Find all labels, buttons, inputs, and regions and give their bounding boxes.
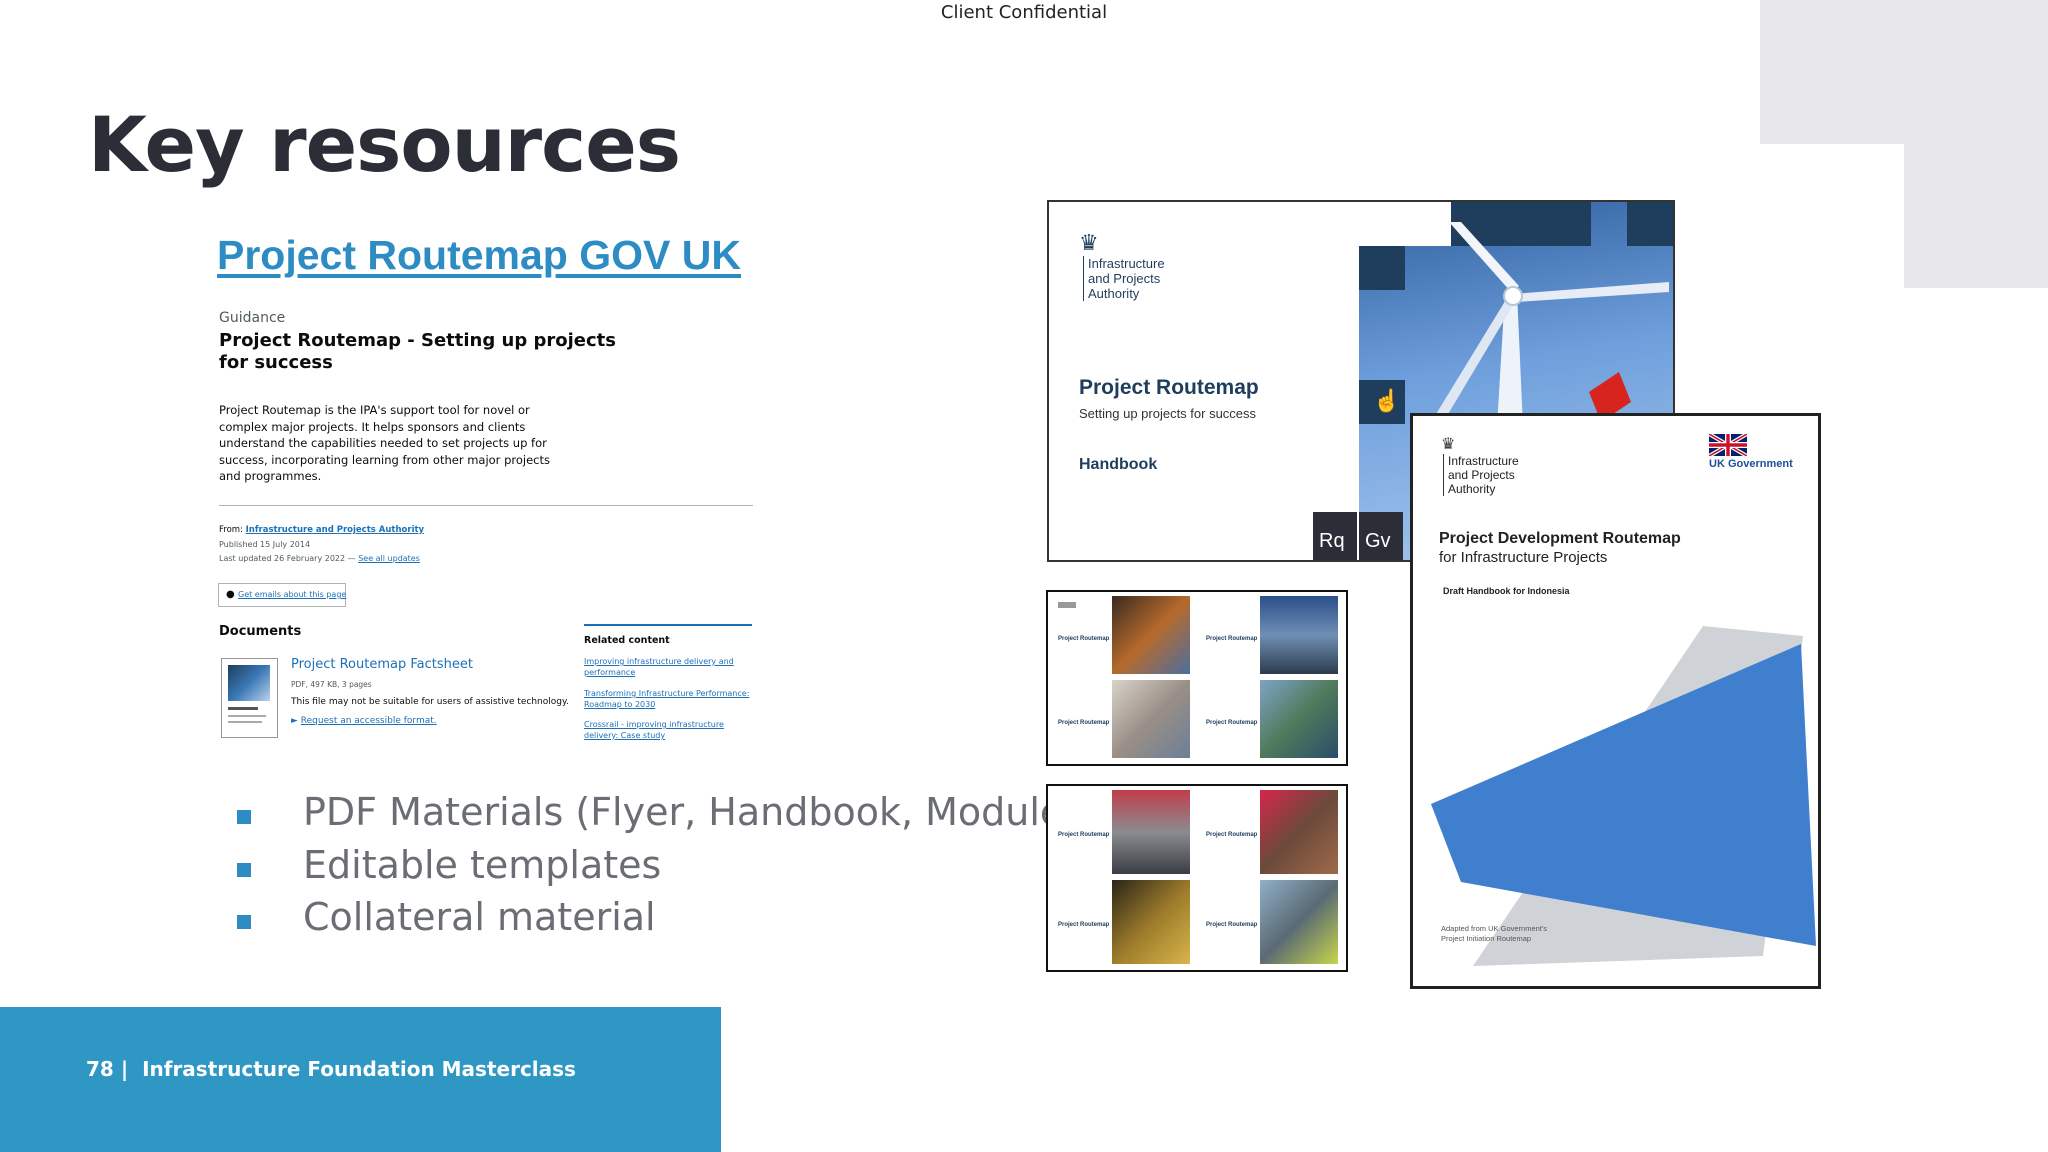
page-number: 78 [86,1057,114,1081]
factsheet-note: This file may not be suitable for users … [291,697,569,707]
handbook-title: Project Routemap [1079,376,1259,399]
handbook-label: Handbook [1079,456,1158,473]
module-code: Gv [1359,512,1403,560]
handbook-subtitle: Setting up projects for success [1079,406,1257,421]
module-tile: Project Routemap [1054,680,1190,758]
footer-text: 78 | Infrastructure Foundation Mastercla… [86,1057,576,1081]
module-tile: Project Routemap [1054,790,1190,874]
union-flag-icon [1709,434,1747,456]
module-tile: Project Routemap [1202,790,1338,874]
corner-decoration-step [1904,144,2048,288]
module-tile: Project Routemap [1202,596,1338,674]
square-bullet-icon [237,915,251,929]
square-bullet-icon [237,863,251,877]
blue-graphic-shape [1431,626,1816,966]
related-content-heading: Related content [584,635,670,646]
slide-title: Key resources [88,100,681,189]
module-tile: Project Routemap [1054,596,1190,674]
uk-government-label: UK Government [1709,458,1793,470]
bell-icon: ● [226,589,235,600]
confidentiality-label: Client Confidential [940,2,1108,23]
from-org-link[interactable]: Infrastructure and Projects Authority [246,525,424,535]
govuk-heading-line2: for success [219,352,333,373]
request-accessible-format-link[interactable]: Request an accessible format. [301,716,437,726]
square-bullet-icon [237,810,251,824]
module-thumbnails-1: Project Routemap Project Routemap Projec… [1046,590,1348,766]
module-thumbnails-2: Project Routemap Project Routemap Projec… [1046,784,1348,972]
get-emails-button[interactable]: ● Get emails about this page [218,583,346,607]
draft-org: Infrastructure and Projects Authority [1443,454,1519,496]
related-link-2[interactable]: Transforming Infrastructure Performance:… [584,688,749,710]
module-code: Rq [1313,512,1357,560]
draft-adapted-note: Adapted from UK Government's Project Ini… [1441,924,1548,943]
factsheet-meta: PDF, 497 KB, 3 pages [291,680,372,689]
draft-handbook-cover: ♛ Infrastructure and Projects Authority … [1410,413,1821,989]
govuk-published: Published 15 July 2014 [219,540,311,549]
accessible-format-request: ► Request an accessible format. [291,716,437,726]
divider [219,505,753,506]
related-link-3[interactable]: Crossrail - improving infrastructure del… [584,719,724,741]
handbook-org: Infrastructure and Projects Authority [1083,256,1165,301]
see-all-updates-link[interactable]: See all updates [358,554,420,563]
factsheet-thumbnail[interactable] [221,658,278,738]
module-tile: Project Routemap [1202,680,1338,758]
related-link-1[interactable]: Improving infrastructure delivery and pe… [584,656,734,678]
govuk-last-updated: Last updated 26 February 2022 — See all … [219,554,420,563]
corner-decoration [1760,0,2048,144]
triangle-right-icon: ► [291,716,298,726]
govuk-from: From: Infrastructure and Projects Author… [219,525,425,535]
footer-label: Infrastructure Foundation Masterclass [142,1057,576,1081]
module-tile: Project Routemap [1202,880,1338,964]
project-routemap-link[interactable]: Project Routemap GOV UK [217,232,741,279]
factsheet-link[interactable]: Project Routemap Factsheet [291,657,473,672]
govuk-description: Project Routemap is the IPA's support to… [219,403,550,483]
module-tile: Project Routemap [1054,880,1190,964]
govuk-page-snapshot: Guidance Project Routemap - Setting up p… [218,306,758,746]
guidance-eyebrow: Guidance [219,310,286,326]
crest-icon: ♛ [1079,230,1099,255]
related-divider [584,624,752,626]
crest-icon: ♛ [1441,436,1456,453]
documents-heading: Documents [219,624,302,639]
govuk-heading-line1: Project Routemap - Setting up projects [219,330,616,351]
